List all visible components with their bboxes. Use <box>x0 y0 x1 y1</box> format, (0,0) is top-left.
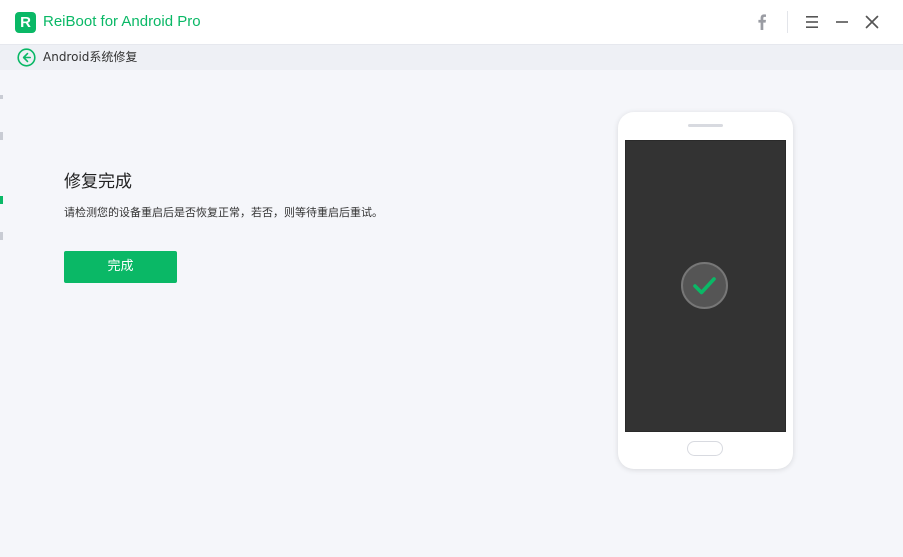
edge-divider <box>0 232 3 240</box>
app-logo-icon: R <box>15 12 36 33</box>
done-button[interactable]: 完成 <box>64 251 177 283</box>
facebook-icon[interactable] <box>751 11 773 33</box>
phone-illustration <box>618 112 793 469</box>
breadcrumb-label: Android系统修复 <box>43 50 138 64</box>
titlebar-separator <box>787 11 788 33</box>
app-window: R ReiBoot for Android Pro Android系统修复 修复… <box>0 0 903 557</box>
minimize-icon[interactable] <box>831 11 853 33</box>
phone-screen <box>625 140 786 432</box>
app-title: ReiBoot for Android Pro <box>43 13 201 30</box>
breadcrumb: Android系统修复 <box>0 45 903 70</box>
success-check-icon <box>681 262 728 309</box>
logo-letter: R <box>20 14 31 31</box>
back-arrow-icon[interactable] <box>17 48 36 67</box>
menu-icon[interactable] <box>801 11 823 33</box>
result-description: 请检测您的设备重启后是否恢复正常，若否，则等待重启后重试。 <box>64 206 383 219</box>
edge-divider <box>0 196 3 204</box>
phone-home-button <box>687 441 723 456</box>
checkmark-icon <box>693 277 716 295</box>
close-icon[interactable] <box>861 11 883 33</box>
edge-divider <box>0 132 3 140</box>
title-bar: R ReiBoot for Android Pro <box>0 0 903 45</box>
edge-divider <box>0 95 3 99</box>
page-title: 修复完成 <box>64 172 132 192</box>
phone-speaker <box>688 124 723 127</box>
